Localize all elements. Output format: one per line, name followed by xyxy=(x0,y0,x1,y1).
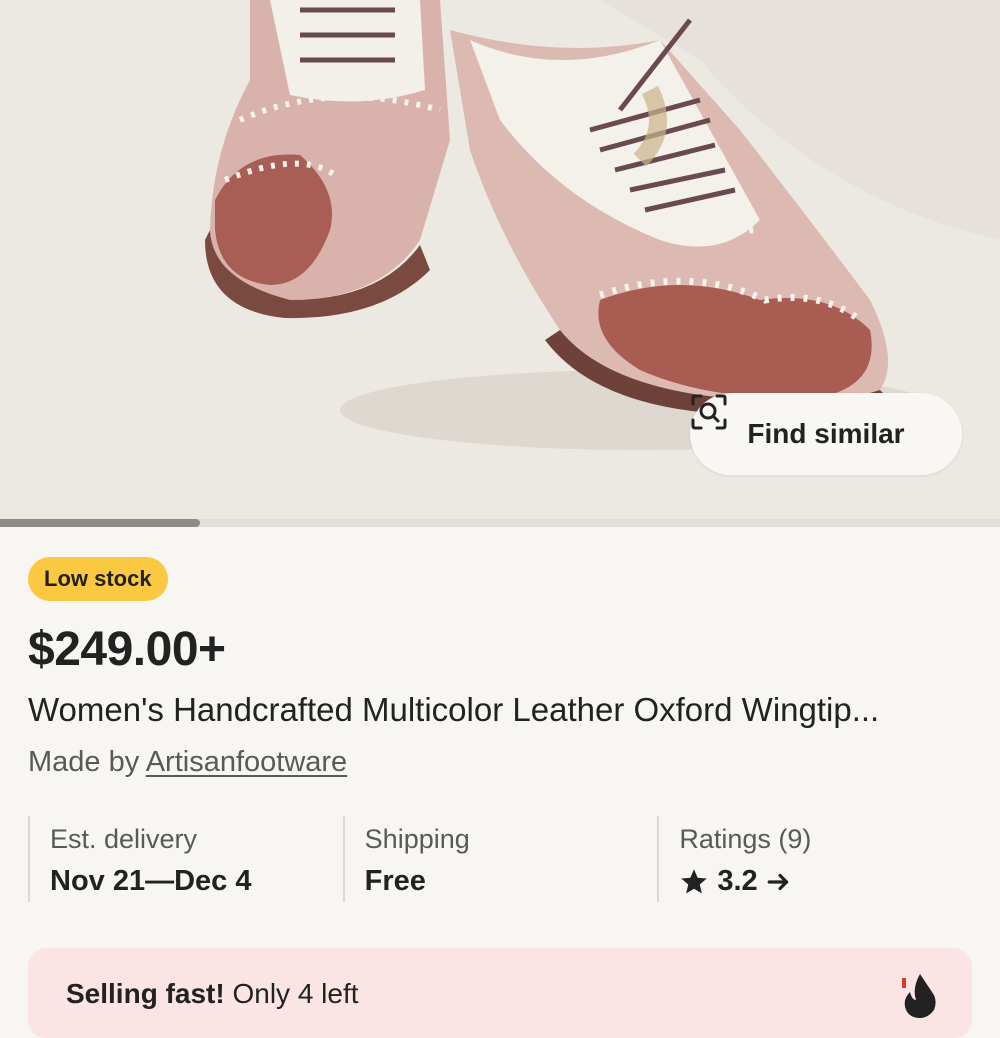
product-price: $249.00+ xyxy=(28,623,226,676)
ratings-label: Ratings (9) xyxy=(679,824,812,854)
selling-fast-bold: Selling fast! xyxy=(66,978,225,1009)
selling-fast-rest: Only 4 left xyxy=(224,978,359,1009)
find-similar-button[interactable]: Find similar xyxy=(690,393,962,475)
shipping-value: Free xyxy=(364,865,426,897)
delivery-label: Est. delivery xyxy=(50,824,198,854)
product-image[interactable]: Find similar xyxy=(0,0,1000,520)
fire-icon xyxy=(902,974,936,1018)
shipping-cell: Shipping Free xyxy=(342,816,658,902)
product-title[interactable]: Women's Handcrafted Multicolor Leather O… xyxy=(28,691,978,729)
selling-fast-text: Selling fast! Only 4 left xyxy=(66,978,359,1010)
product-info-row: Est. delivery Nov 21—Dec 4 Shipping Free… xyxy=(28,816,972,902)
low-stock-badge: Low stock xyxy=(28,557,168,601)
find-similar-label: Find similar xyxy=(747,418,905,449)
image-carousel-progress-fill xyxy=(0,519,200,527)
delivery-cell: Est. delivery Nov 21—Dec 4 xyxy=(28,816,343,902)
selling-fast-banner: Selling fast! Only 4 left xyxy=(28,948,972,1038)
ratings-value: 3.2 xyxy=(717,865,758,897)
made-by-label: Made by xyxy=(28,746,140,778)
arrow-right-icon xyxy=(767,873,788,890)
delivery-value: Nov 21—Dec 4 xyxy=(50,865,252,897)
star-icon xyxy=(681,868,708,893)
camera-search-icon xyxy=(691,394,727,430)
image-carousel-progress xyxy=(0,519,1000,527)
shop-link[interactable]: Artisanfootware xyxy=(146,746,348,778)
ratings-value-row[interactable]: 3.2 xyxy=(679,865,972,898)
shipping-label: Shipping xyxy=(364,824,470,854)
ratings-cell[interactable]: Ratings (9) 3.2 xyxy=(657,816,972,902)
made-by-line: Made by Artisanfootware xyxy=(28,746,347,779)
